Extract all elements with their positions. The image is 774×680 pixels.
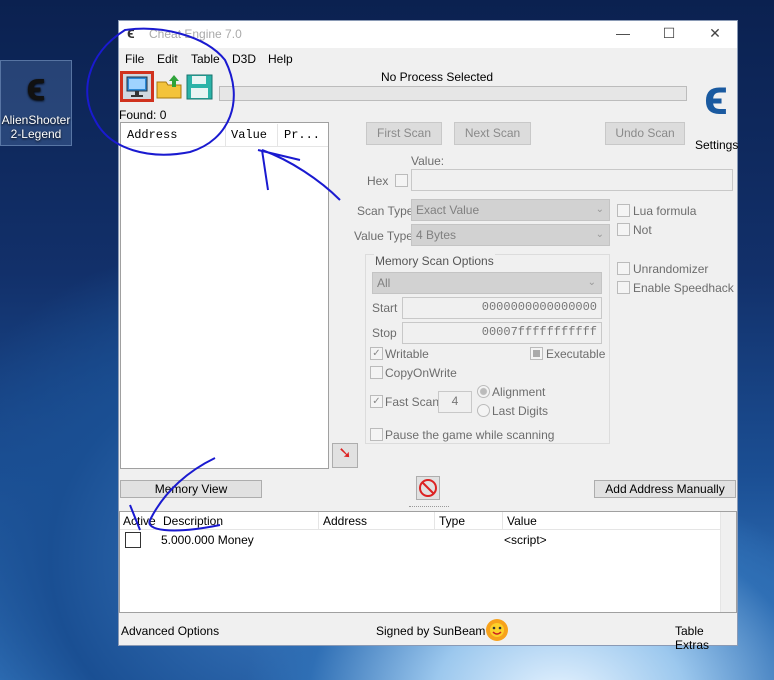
memory-region-value: All <box>377 276 391 290</box>
desktop-icon-alienshooter[interactable]: ϵ AlienShooter 2-Legend <box>0 60 72 146</box>
fastscan-label: Fast Scan <box>385 395 440 409</box>
unrandomizer-checkbox[interactable] <box>617 262 630 275</box>
first-scan-button[interactable]: First Scan <box>366 122 442 145</box>
results-list[interactable]: Address Value Pr... <box>120 122 329 469</box>
row-description: 5.000.000 Money <box>161 533 254 547</box>
speedhack-checkbox[interactable] <box>617 281 630 294</box>
cheat-engine-icon: ϵ <box>26 65 46 109</box>
menu-file[interactable]: File <box>125 52 144 66</box>
copyonwrite-label: CopyOnWrite <box>385 366 457 380</box>
column-active[interactable]: Active <box>123 514 156 528</box>
menu-help[interactable]: Help <box>268 52 293 66</box>
row-value: <script> <box>504 533 547 547</box>
column-value[interactable]: Value <box>507 514 537 528</box>
stop-icon <box>419 479 437 497</box>
not-label: Not <box>633 223 652 237</box>
hex-label: Hex <box>367 174 389 188</box>
minimize-button[interactable]: — <box>613 25 633 41</box>
settings-label[interactable]: Settings <box>695 138 738 152</box>
alignment-radio[interactable] <box>477 385 490 398</box>
signed-label: Signed by SunBeam <box>376 624 486 638</box>
hex-checkbox[interactable] <box>395 174 408 187</box>
vertical-scrollbar[interactable] <box>720 512 736 612</box>
save-icon <box>186 74 213 100</box>
next-scan-button[interactable]: Next Scan <box>454 122 531 145</box>
column-previous[interactable]: Pr... <box>284 128 320 142</box>
folder-open-icon <box>156 75 182 99</box>
cheat-engine-window: ϵ Cheat Engine 7.0 — ☐ ✕ File Edit Table… <box>118 20 739 652</box>
close-button[interactable]: ✕ <box>705 25 725 42</box>
speedhack-label: Enable Speedhack <box>633 281 734 295</box>
column-address[interactable]: Address <box>323 514 367 528</box>
sunbeam-icon[interactable] <box>485 618 509 642</box>
pause-label: Pause the game while scanning <box>385 428 555 442</box>
column-type[interactable]: Type <box>439 514 465 528</box>
value-type-label: Value Type <box>354 229 413 243</box>
not-checkbox[interactable] <box>617 223 630 236</box>
scan-type-value: Exact Value <box>416 203 480 217</box>
chevron-down-icon: ⌄ <box>587 277 596 288</box>
chevron-down-icon: ⌄ <box>595 229 604 240</box>
copyonwrite-checkbox[interactable] <box>370 366 383 379</box>
table-row[interactable]: 5.000.000 Money <script> <box>120 531 720 549</box>
unrandomizer-label: Unrandomizer <box>633 262 709 276</box>
advanced-options-link[interactable]: Advanced Options <box>121 624 219 638</box>
undo-scan-button[interactable]: Undo Scan <box>605 122 685 145</box>
copy-to-table-button[interactable]: ➘ <box>332 443 358 468</box>
value-type-select[interactable]: 4 Bytes ⌄ <box>411 224 610 246</box>
menu-edit[interactable]: Edit <box>157 52 178 66</box>
executable-label: Executable <box>546 347 606 361</box>
desktop-icon-label: AlienShooter <box>1 113 71 127</box>
fastscan-value-input[interactable]: 4 <box>438 391 472 413</box>
address-table[interactable]: Active Description Address Type Value 5.… <box>119 511 737 613</box>
table-extras-link[interactable]: Table Extras <box>675 624 737 652</box>
column-address[interactable]: Address <box>127 128 177 142</box>
window-title: Cheat Engine 7.0 <box>149 27 242 41</box>
add-address-button[interactable]: Add Address Manually <box>594 480 736 498</box>
value-label: Value: <box>411 154 445 168</box>
column-description[interactable]: Description <box>163 514 223 528</box>
executable-checkbox[interactable] <box>530 347 543 360</box>
writable-label: Writable <box>385 347 429 361</box>
pause-checkbox[interactable] <box>370 428 383 441</box>
menu-table[interactable]: Table <box>191 52 220 66</box>
start-address-input[interactable]: 0000000000000000 <box>402 297 602 319</box>
title-bar: ϵ Cheat Engine 7.0 — ☐ ✕ <box>119 21 737 48</box>
column-value[interactable]: Value <box>231 128 267 142</box>
scan-type-label: Scan Type <box>357 204 414 218</box>
value-input[interactable] <box>411 169 733 191</box>
arrow-down-right-icon: ➘ <box>338 445 352 462</box>
computer-icon <box>126 76 148 97</box>
cheat-engine-logo[interactable]: ϵ <box>693 69 739 129</box>
lua-formula-label: Lua formula <box>633 204 697 218</box>
lua-formula-checkbox[interactable] <box>617 204 630 217</box>
fastscan-checkbox[interactable]: ✓ <box>370 395 383 408</box>
memory-scan-options-title: Memory Scan Options <box>374 254 495 268</box>
active-checkbox[interactable] <box>125 532 141 548</box>
open-process-button[interactable] <box>120 71 154 102</box>
chevron-down-icon: ⌄ <box>595 204 604 215</box>
lastdigits-label: Last Digits <box>492 404 549 418</box>
stop-address-input[interactable]: 00007fffffffffff <box>402 322 602 344</box>
memory-region-select[interactable]: All ⌄ <box>372 272 602 294</box>
splitter[interactable] <box>409 506 449 508</box>
save-table-button[interactable] <box>186 73 213 101</box>
stop-label: Stop <box>372 326 397 340</box>
alignment-label: Alignment <box>492 385 546 399</box>
maximize-button[interactable]: ☐ <box>659 25 679 42</box>
memory-view-button[interactable]: Memory View <box>120 480 262 498</box>
writable-checkbox[interactable]: ✓ <box>370 347 383 360</box>
clear-list-button[interactable] <box>416 476 440 500</box>
process-label: No Process Selected <box>381 70 494 84</box>
menu-d3d[interactable]: D3D <box>232 52 256 66</box>
start-label: Start <box>372 301 398 315</box>
scan-type-select[interactable]: Exact Value ⌄ <box>411 199 610 221</box>
value-type-value: 4 Bytes <box>416 228 457 242</box>
found-count: Found: 0 <box>119 108 167 122</box>
open-table-button[interactable] <box>156 73 183 101</box>
desktop-icon-label: 2-Legend <box>10 127 62 141</box>
lastdigits-radio[interactable] <box>477 404 490 417</box>
app-icon: ϵ <box>127 25 135 42</box>
progress-bar <box>219 86 687 101</box>
